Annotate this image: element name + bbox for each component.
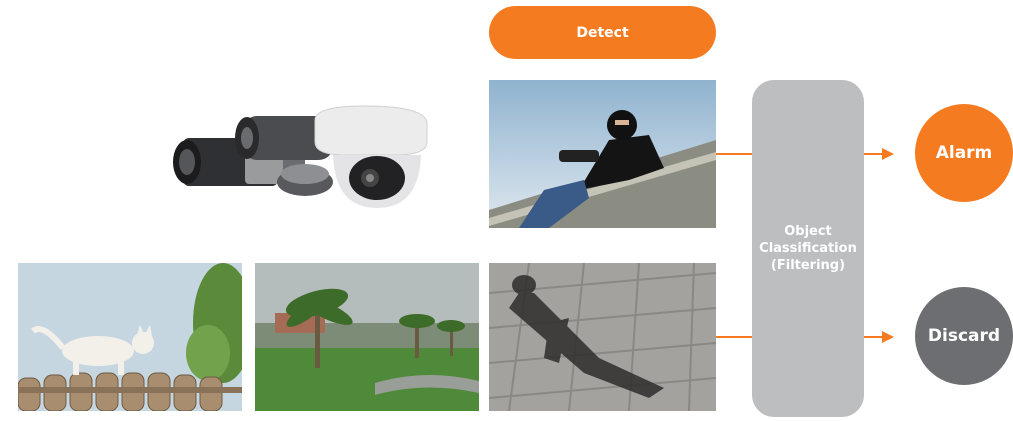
arrow-right-icon [882, 148, 894, 160]
connector-line-top [716, 153, 752, 155]
security-cameras-image [165, 100, 435, 220]
connector-line-bottom [716, 336, 752, 338]
discard-output: Discard [915, 287, 1013, 385]
palm-trees-in-wind-image [255, 263, 479, 411]
connector-to-alarm [864, 153, 882, 155]
classification-line-3: (Filtering) [770, 258, 846, 273]
arrow-right-icon [882, 331, 894, 343]
classification-line-2: Classification [759, 241, 857, 256]
connector-to-discard [864, 336, 882, 338]
detect-label: Detect [489, 6, 716, 59]
object-classification-box: Object Classification (Filtering) [752, 80, 864, 417]
intruder-on-roof-image [489, 80, 716, 228]
cat-on-fence-image [18, 263, 242, 411]
person-shadow-image [489, 263, 716, 411]
classification-line-1: Object [784, 224, 832, 239]
alarm-output: Alarm [915, 104, 1013, 202]
